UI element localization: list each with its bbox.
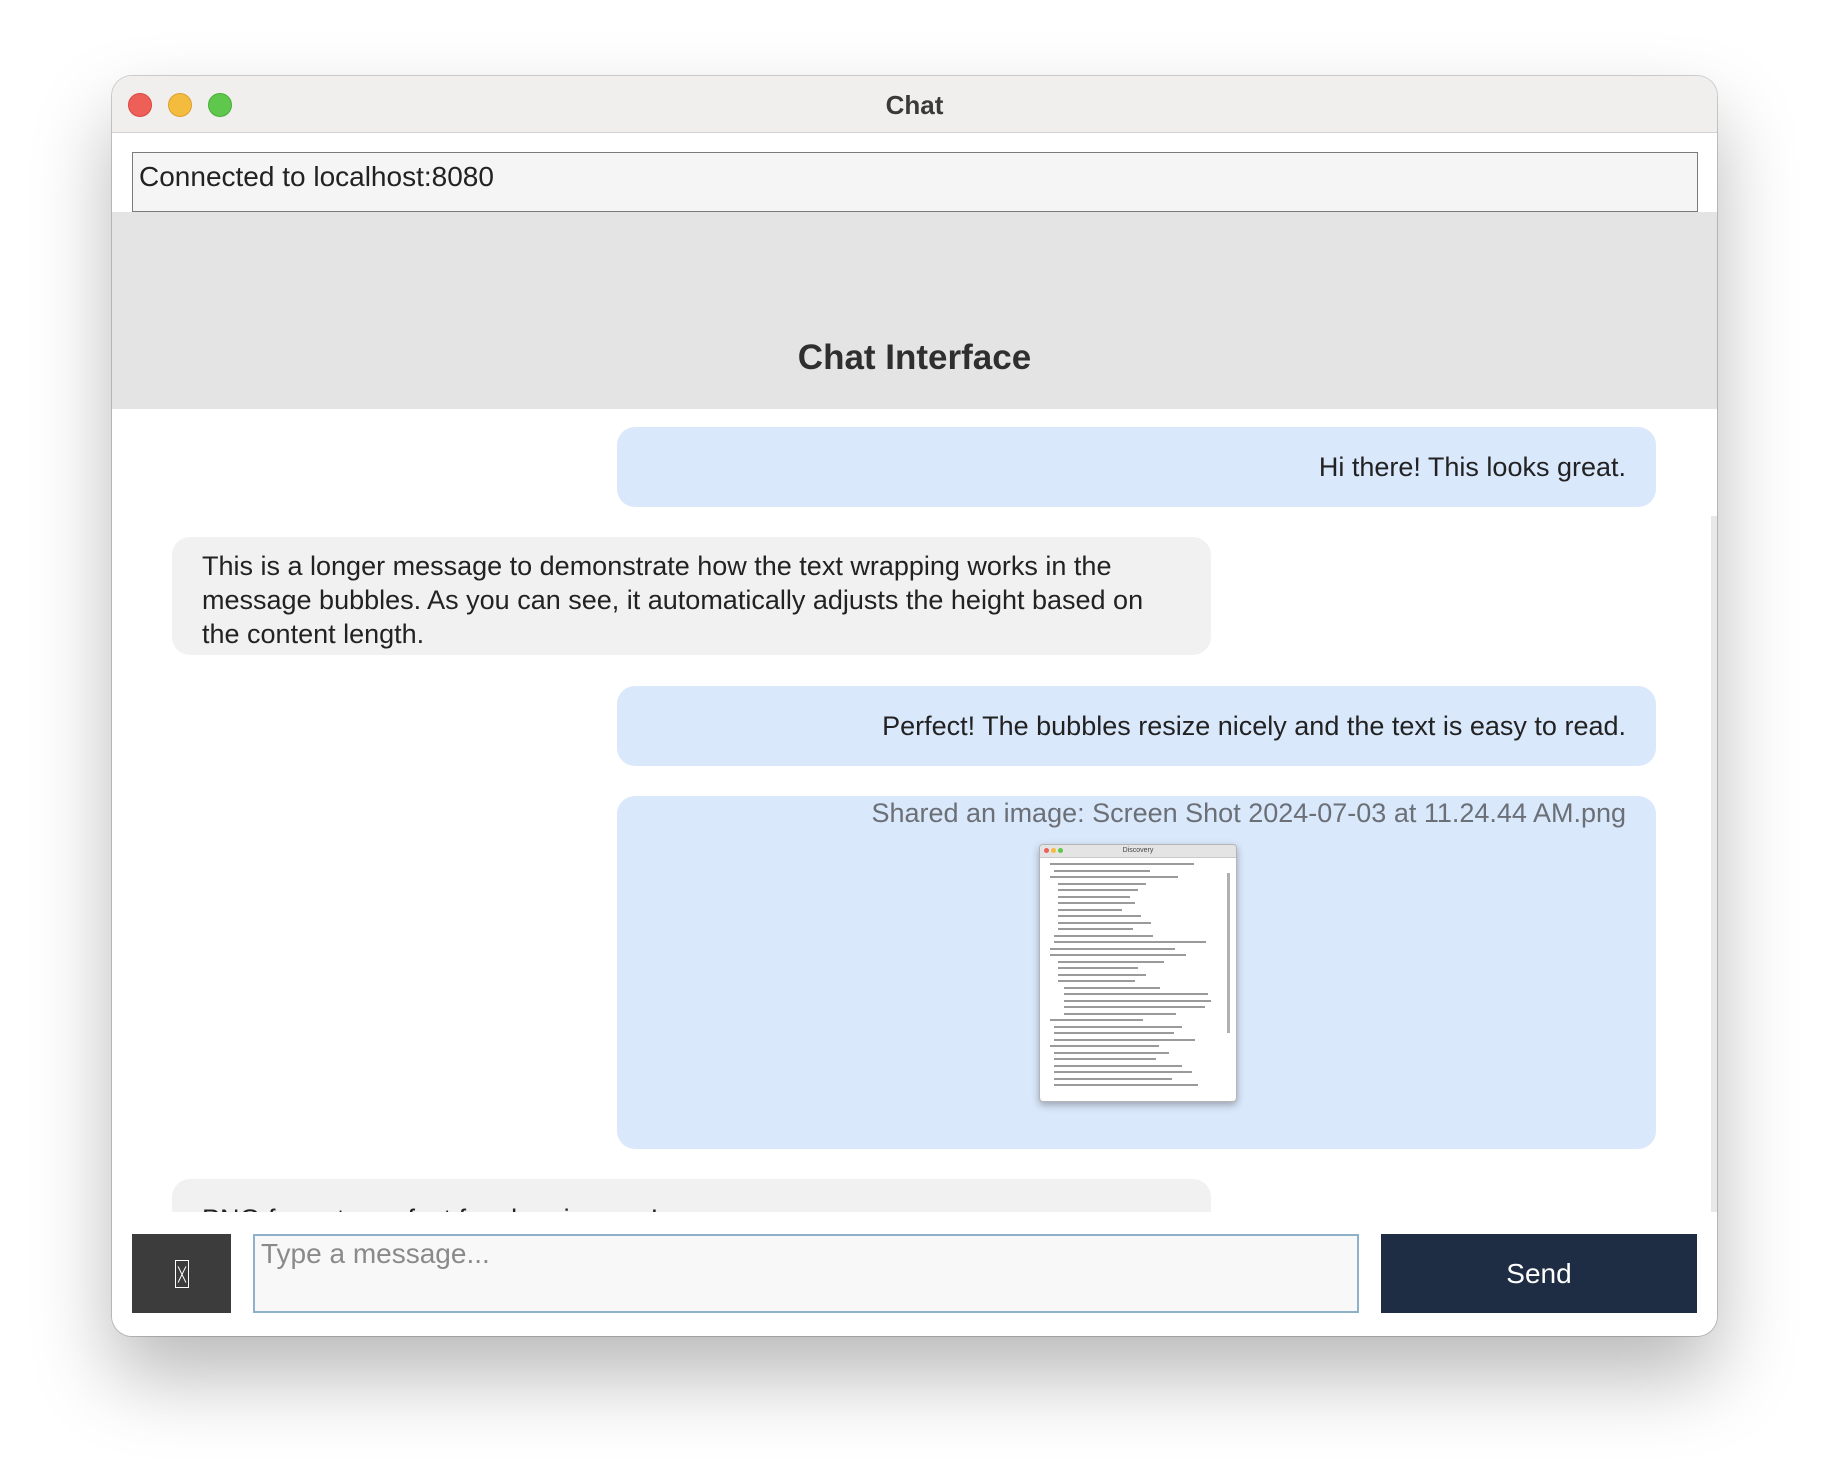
thumbnail-content [1050,863,1218,1091]
message-bubble-received: This is a longer message to demonstrate … [172,537,1211,655]
thumbnail-text-line [1064,1006,1205,1008]
thumbnail-title-bar: Discovery [1040,845,1236,858]
thumbnail-text-line [1054,934,1154,937]
thumbnail-text-line [1050,1019,1143,1021]
thumbnail-text-line [1058,889,1138,891]
thumbnail-text-line [1054,1051,1170,1054]
thumbnail-title: Discovery [1122,847,1154,854]
thumbnail-text-line [1058,960,1164,963]
thumbnail-text-line [1054,1032,1174,1034]
thumbnail-text-line [1050,863,1194,865]
thumbnail-text-line [1058,973,1146,976]
thumbnail-text-line [1054,1025,1182,1028]
message-input[interactable] [253,1234,1359,1313]
chat-window: Chat Connected to localhost:8080 Chat In… [112,76,1717,1336]
thumbnail-text-line [1050,876,1178,878]
thumbnail-text-line [1064,999,1212,1002]
send-button[interactable]: Send [1381,1234,1697,1313]
window-title: Chat [885,90,944,120]
thumbnail-text-line [1058,980,1135,982]
image-message-bubble: Shared an image: Screen Shot 2024-07-03 … [617,796,1656,1149]
thumbnail-text-line [1058,928,1134,930]
message-list[interactable]: Hi there! This looks great. This is a lo… [112,409,1717,1289]
thumbnail-text-line [1054,869,1150,872]
thumbnail-text-line [1058,882,1146,885]
thumbnail-text-line [1054,1071,1192,1073]
image-placeholder-icon [174,1259,189,1288]
connection-status-field: Connected to localhost:8080 [132,152,1698,212]
thumbnail-text-line [1054,1077,1173,1080]
thumbnail-text-line [1054,1038,1195,1041]
thumbnail-text-line [1064,993,1208,995]
chat-scrollbar[interactable] [1711,516,1717,1296]
title-bar: Chat [112,76,1717,133]
connection-status-text: Connected to localhost:8080 [139,161,494,192]
thumbnail-text-line [1054,941,1206,943]
shared-image-thumbnail[interactable]: Discovery [1039,844,1237,1102]
page-title: Chat Interface [797,338,1032,377]
attach-image-button[interactable] [132,1234,231,1313]
thumbnail-text-line [1054,1064,1182,1067]
image-caption: Shared an image: Screen Shot 2024-07-03 … [871,798,1626,828]
message-bubble-sent: Hi there! This looks great. [617,427,1656,507]
thumbnail-text-line [1064,986,1160,989]
thumbnail-text-line [1050,954,1186,956]
message-bubble-sent: Perfect! The bubbles resize nicely and t… [617,686,1656,766]
thumbnail-text-line [1058,921,1151,924]
thumbnail-text-line [1058,967,1138,969]
thumbnail-text-line [1058,902,1135,904]
message-text: Perfect! The bubbles resize nicely and t… [882,711,1626,741]
thumbnail-text-line [1058,895,1130,898]
message-text: Hi there! This looks great. [1318,452,1626,482]
thumbnail-text-line [1058,908,1122,911]
message-text: This is a longer message to demonstrate … [202,551,1144,649]
thumbnail-scrollbar [1227,873,1230,1033]
thumbnail-text-line [1054,1058,1157,1060]
thumbnail-text-line [1050,947,1175,950]
composer-bar: Send [112,1212,1717,1336]
thumbnail-text-line [1054,1084,1198,1086]
thumbnail-text-line [1064,1012,1176,1015]
thumbnail-text-line [1058,915,1142,917]
thumbnail-text-line [1050,1045,1159,1047]
chat-header: Chat Interface [112,212,1717,409]
